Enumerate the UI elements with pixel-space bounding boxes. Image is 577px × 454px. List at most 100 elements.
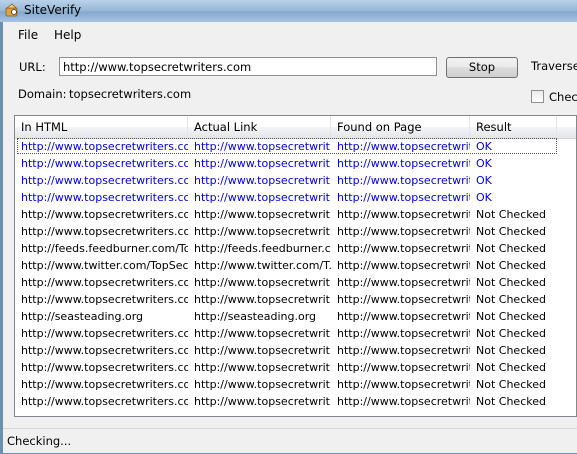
table-row[interactable]: http://www.twitter.com/TopSecr... http://… (15, 257, 576, 274)
cell-actual-link: http://www.topsecretwrit... (194, 361, 331, 374)
table-row[interactable]: http://www.topsecretwriters.com... http:/… (15, 359, 576, 376)
cell-in-html: http://www.topsecretwriters.com... (21, 174, 188, 187)
table-row[interactable]: http://www.topsecretwriters.com... http:/… (15, 325, 576, 342)
menu-bar: File Help (3, 25, 577, 45)
cell-result: Not Checked (476, 344, 546, 357)
cell-found-on-page: http://www.topsecretwrit... (337, 208, 470, 221)
table-row[interactable]: http://www.topsecretwriters.com... http:/… (15, 172, 576, 189)
column-header-actual-link[interactable]: Actual Link (188, 116, 331, 138)
stop-button[interactable]: Stop (446, 57, 518, 78)
table-row[interactable]: http://www.topsecretwriters.com... http:/… (15, 223, 576, 240)
cell-actual-link: http://www.topsecretwrit... (194, 140, 331, 153)
cell-result: Not Checked (476, 327, 546, 340)
table-row[interactable]: http://www.topsecretwriters.com... http:/… (15, 138, 576, 155)
cell-result: Not Checked (476, 361, 546, 374)
cell-result: Not Checked (476, 276, 546, 289)
table-row[interactable]: http://www.topsecretwriters.com... http:/… (15, 274, 576, 291)
app-icon (5, 3, 18, 17)
cell-actual-link: http://www.topsecretwrit... (194, 395, 331, 408)
table-row[interactable]: http://www.topsecretwriters.com... http:/… (15, 206, 576, 223)
title-bar: SiteVerify (0, 0, 577, 22)
cell-actual-link: http://www.topsecretwrit... (194, 191, 331, 204)
domain-label: Domain: (18, 87, 67, 101)
cell-result: Not Checked (476, 208, 546, 221)
status-bar: Checking... (3, 428, 577, 454)
cell-result: Not Checked (476, 259, 546, 272)
column-header-found-on-page[interactable]: Found on Page (331, 116, 470, 138)
cell-found-on-page: http://www.topsecretwrit... (337, 157, 470, 170)
table-row[interactable]: http://feeds.feedburner.com/To... http://… (15, 240, 576, 257)
cell-actual-link: http://www.topsecretwrit... (194, 327, 331, 340)
cell-found-on-page: http://www.topsecretwrit... (337, 310, 470, 323)
cell-result: OK (476, 157, 492, 170)
cell-result: Not Checked (476, 242, 546, 255)
cell-found-on-page: http://www.topsecretwrit... (337, 395, 470, 408)
cell-found-on-page: http://www.topsecretwrit... (337, 293, 470, 306)
check-option-label: Check (549, 90, 577, 104)
cell-in-html: http://www.twitter.com/TopSecr... (21, 259, 188, 272)
main-window: File Help URL: Stop Traverse Domain: top… (3, 22, 577, 453)
cell-in-html: http://www.topsecretwriters.com... (21, 157, 188, 170)
cell-result: Not Checked (476, 225, 546, 238)
cell-found-on-page: http://www.topsecretwrit... (337, 174, 470, 187)
cell-actual-link: http://www.topsecretwrit... (194, 225, 331, 238)
cell-found-on-page: http://www.topsecretwrit... (337, 225, 470, 238)
cell-in-html: http://www.topsecretwriters.com... (21, 378, 188, 391)
table-row[interactable]: http://www.topsecretwriters.com... http:/… (15, 155, 576, 172)
menu-help[interactable]: Help (51, 28, 84, 42)
url-label: URL: (19, 60, 46, 74)
cell-found-on-page: http://www.topsecretwrit... (337, 242, 470, 255)
domain-value: topsecretwriters.com (69, 87, 192, 101)
links-table[interactable]: In HTML Actual Link Found on Page Result… (14, 115, 577, 417)
table-row[interactable]: http://www.topsecretwriters.com... http:/… (15, 393, 576, 410)
table-header: In HTML Actual Link Found on Page Result (15, 116, 576, 139)
cell-in-html: http://seasteading.org (21, 310, 144, 323)
status-text: Checking... (7, 434, 72, 448)
cell-actual-link: http://seasteading.org (194, 310, 317, 323)
cell-in-html: http://www.topsecretwriters.com... (21, 225, 188, 238)
table-row[interactable]: http://www.topsecretwriters.com... http:/… (15, 189, 576, 206)
cell-found-on-page: http://www.topsecretwrit... (337, 344, 470, 357)
cell-actual-link: http://www.topsecretwrit... (194, 174, 331, 187)
column-header-in-html[interactable]: In HTML (15, 116, 188, 138)
cell-result: OK (476, 174, 492, 187)
cell-actual-link: http://www.twitter.com/T... (194, 259, 331, 272)
cell-found-on-page: http://www.topsecretwrit... (337, 327, 470, 340)
check-option-checkbox[interactable] (531, 90, 544, 103)
cell-in-html: http://www.topsecretwriters.com... (21, 395, 188, 408)
cell-in-html: http://www.topsecretwriters.com... (21, 276, 188, 289)
cell-result: Not Checked (476, 293, 546, 306)
traverse-label: Traverse (531, 59, 577, 73)
cell-in-html: http://feeds.feedburner.com/To... (21, 242, 188, 255)
cell-result: Not Checked (476, 378, 546, 391)
cell-found-on-page: http://www.topsecretwrit... (337, 191, 470, 204)
cell-actual-link: http://www.topsecretwrit... (194, 157, 331, 170)
cell-in-html: http://www.topsecretwriters.com... (21, 208, 188, 221)
cell-result: Not Checked (476, 310, 546, 323)
cell-found-on-page: http://www.topsecretwrit... (337, 276, 470, 289)
cell-result: OK (476, 140, 492, 153)
cell-in-html: http://www.topsecretwriters.com... (21, 191, 188, 204)
cell-in-html: http://www.topsecretwriters.com... (21, 293, 188, 306)
cell-found-on-page: http://www.topsecretwrit... (337, 378, 470, 391)
cell-actual-link: http://www.topsecretwrit... (194, 293, 331, 306)
table-row[interactable]: http://www.topsecretwriters.com... http:/… (15, 342, 576, 359)
cell-found-on-page: http://www.topsecretwrit... (337, 361, 470, 374)
cell-result: OK (476, 191, 492, 204)
cell-in-html: http://www.topsecretwriters.com... (21, 140, 188, 153)
cell-found-on-page: http://www.topsecretwrit... (337, 259, 470, 272)
cell-in-html: http://www.topsecretwriters.com... (21, 361, 188, 374)
cell-in-html: http://www.topsecretwriters.com... (21, 344, 188, 357)
window-title: SiteVerify (24, 3, 82, 17)
table-row[interactable]: http://seasteading.org http://seasteading… (15, 308, 576, 325)
cell-actual-link: http://www.topsecretwrit... (194, 208, 331, 221)
column-header-result[interactable]: Result (470, 116, 557, 138)
url-input[interactable] (59, 57, 437, 76)
menu-file[interactable]: File (15, 28, 41, 42)
table-row[interactable]: http://www.topsecretwriters.com... http:/… (15, 376, 576, 393)
table-row[interactable]: http://www.topsecretwriters.com... http:/… (15, 291, 576, 308)
cell-actual-link: http://feeds.feedburner.c... (194, 242, 331, 255)
cell-in-html: http://www.topsecretwriters.com... (21, 327, 188, 340)
cell-actual-link: http://www.topsecretwrit... (194, 344, 331, 357)
cell-found-on-page: http://www.topsecretwrit... (337, 140, 470, 153)
